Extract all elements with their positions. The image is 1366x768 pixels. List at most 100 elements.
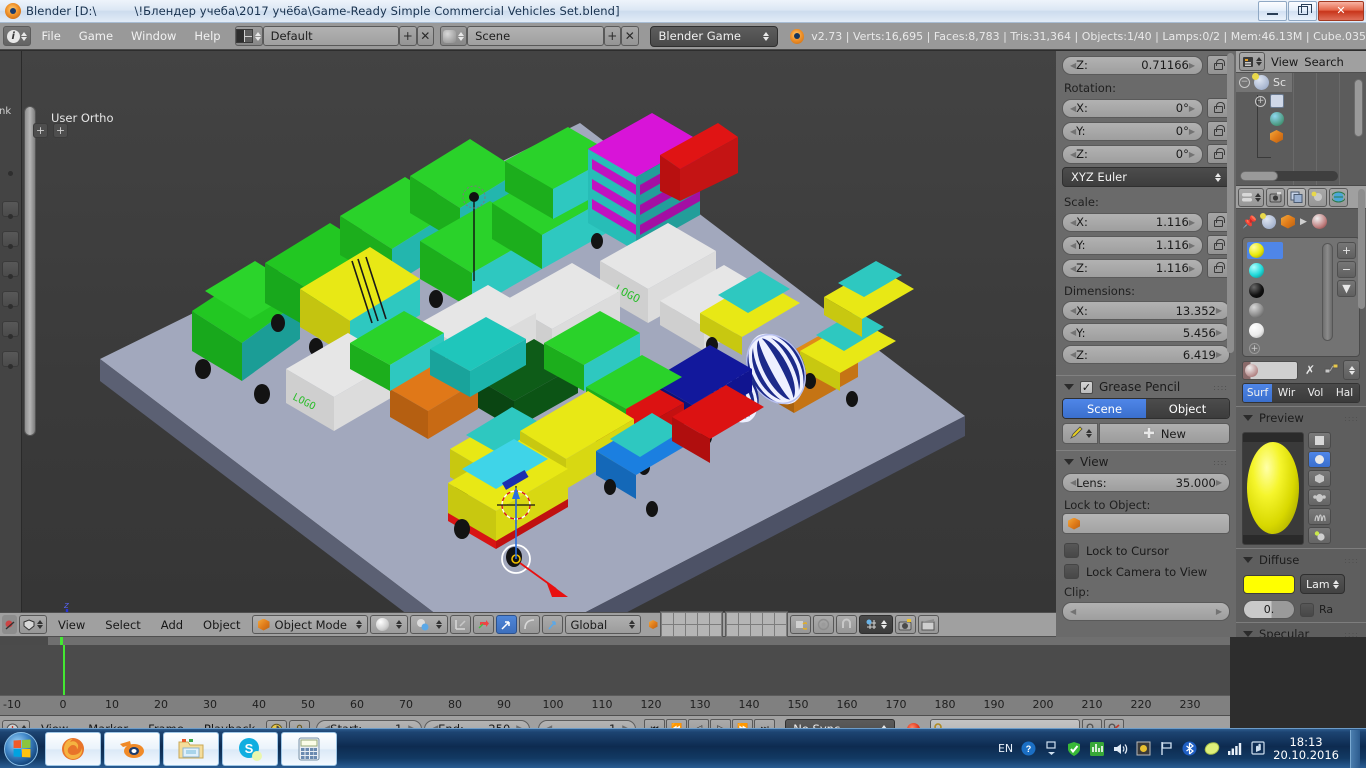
- properties-editor-scrollbar[interactable]: [1358, 189, 1365, 309]
- diffuse-panel-header[interactable]: Diffuse ::::: [1236, 548, 1366, 571]
- lock-camera-to-view-checkbox[interactable]: [1064, 564, 1079, 579]
- material-slot-item[interactable]: [1247, 302, 1283, 319]
- material-slot-item[interactable]: [1247, 262, 1283, 279]
- material-list-scrollbar[interactable]: [1322, 243, 1333, 341]
- grease-pencil-source-tabs[interactable]: Scene Object: [1062, 398, 1230, 419]
- delete-scene-button[interactable]: ✕: [621, 26, 639, 46]
- properties-editor[interactable]: 📌 ▶ + + − ▼ ✗ Surf Wir Vol Hal Preview:…: [1236, 185, 1366, 637]
- viewport-menu-add[interactable]: Add: [152, 615, 192, 635]
- viewport-menu-object[interactable]: Object: [194, 615, 249, 635]
- taskbar-clock[interactable]: 18:13 20.10.2016: [1273, 735, 1339, 762]
- taskbar-item-skype[interactable]: S: [222, 731, 278, 766]
- volume-icon[interactable]: [1112, 741, 1128, 757]
- preview-shape-flat-button[interactable]: [1308, 432, 1331, 449]
- dimension-y-row[interactable]: ◀ Y: 5.456 ▶: [1056, 323, 1236, 342]
- lock-to-cursor-checkbox[interactable]: [1064, 543, 1079, 558]
- snap-magnet-button[interactable]: [835, 615, 857, 634]
- layer-selector-group-1[interactable]: [659, 611, 723, 638]
- proportional-edit-button[interactable]: [812, 615, 834, 634]
- manipulator-toggle-button[interactable]: [449, 615, 471, 634]
- material-slot-item[interactable]: [1247, 242, 1283, 259]
- manipulator-rotate-button[interactable]: [495, 615, 517, 634]
- material-slot-list[interactable]: + + − ▼: [1242, 237, 1360, 357]
- manipulator-scale-button[interactable]: [518, 615, 540, 634]
- scale-y-field[interactable]: ◀ Y: 1.116 ▶: [1062, 235, 1203, 255]
- render-opengl-animation-button[interactable]: [917, 615, 939, 634]
- rotation-x-row[interactable]: ◀ X: 0° ▶: [1056, 98, 1236, 118]
- start-button[interactable]: [4, 731, 38, 766]
- scale-x-field[interactable]: ◀ X: 1.116 ▶: [1062, 212, 1203, 232]
- lock-object-modes-button[interactable]: [789, 615, 811, 634]
- preview-shape-sphere-sky-button[interactable]: [1308, 527, 1331, 544]
- add-screen-layout-button[interactable]: +: [399, 26, 417, 46]
- taskbar-item-explorer[interactable]: [163, 731, 219, 766]
- signal-icon[interactable]: [1227, 741, 1243, 757]
- preview-shape-monkey-button[interactable]: [1308, 489, 1331, 506]
- rotation-z-field[interactable]: ◀ Z: 0° ▶: [1062, 144, 1203, 164]
- timeline-editor[interactable]: -10 0 10 20 30 40 50 60 70 80 90 100 110…: [0, 637, 1230, 742]
- clip-start-field[interactable]: ◀ ▶: [1062, 602, 1230, 621]
- properties-tab-renderlayers[interactable]: [1287, 187, 1306, 207]
- viewport-shading-combo[interactable]: [369, 615, 408, 634]
- lock-camera-to-view-row[interactable]: Lock Camera to View: [1056, 561, 1236, 582]
- outliner-editor[interactable]: View Search − Sc +: [1236, 51, 1366, 185]
- grease-pencil-new-button[interactable]: ✚ New: [1099, 423, 1230, 444]
- timeline-ruler[interactable]: -10 0 10 20 30 40 50 60 70 80 90 100 110…: [0, 695, 1230, 715]
- viewport-toolshelf[interactable]: nk: [0, 51, 22, 612]
- scale-z-row[interactable]: ◀ Z: 1.116 ▶: [1056, 258, 1236, 278]
- diffuse-color-swatch[interactable]: [1243, 574, 1295, 594]
- location-z-field[interactable]: ◀ Z: 0.71166 ▶: [1062, 55, 1203, 75]
- material-tab-halo[interactable]: Hal: [1330, 384, 1359, 402]
- scale-z-field[interactable]: ◀ Z: 1.116 ▶: [1062, 258, 1203, 278]
- grease-pencil-new-row[interactable]: ✚ New: [1062, 423, 1230, 444]
- dimension-y-field[interactable]: ◀ Y: 5.456 ▶: [1062, 323, 1230, 342]
- show-desktop-button[interactable]: [1350, 729, 1360, 768]
- rotation-y-row[interactable]: ◀ Y: 0° ▶: [1056, 121, 1236, 141]
- material-nodes-icon[interactable]: [1322, 361, 1340, 380]
- preview-shape-cube-button[interactable]: [1308, 470, 1331, 487]
- transform-orientation-combo[interactable]: Global: [564, 615, 641, 634]
- viewport-menu-view[interactable]: View: [49, 615, 94, 635]
- rotation-y-field[interactable]: ◀ Y: 0° ▶: [1062, 121, 1203, 141]
- render-engine-combo[interactable]: Blender Game: [649, 25, 778, 47]
- render-opengl-view-button[interactable]: [894, 615, 916, 634]
- lock-to-cursor-row[interactable]: Lock to Cursor: [1056, 540, 1236, 561]
- maximize-button[interactable]: [1288, 0, 1317, 21]
- bluetooth-icon[interactable]: [1181, 741, 1197, 757]
- diffuse-intensity-slider[interactable]: 0.: [1243, 600, 1295, 619]
- viewport-header-grip[interactable]: [2, 615, 17, 634]
- image-icon[interactable]: [1135, 741, 1151, 757]
- grease-pencil-tab-object[interactable]: Object: [1146, 399, 1229, 418]
- layer-selector-group-2[interactable]: [724, 611, 788, 638]
- unlink-material-button[interactable]: ✗: [1301, 361, 1319, 380]
- material-preview[interactable]: [1242, 432, 1360, 545]
- view-panel-header[interactable]: View ::::: [1056, 450, 1236, 473]
- editor-type-selector-3dview[interactable]: [19, 615, 47, 634]
- timeline-track[interactable]: [0, 637, 1230, 703]
- dimension-x-field[interactable]: ◀ X: 13.352 ▶: [1062, 301, 1230, 320]
- rotation-x-field[interactable]: ◀ X: 0° ▶: [1062, 98, 1203, 118]
- menu-file[interactable]: File: [33, 26, 70, 46]
- outliner-menu-view[interactable]: View: [1271, 55, 1298, 69]
- material-slot-add-row[interactable]: +: [1247, 342, 1283, 355]
- scene-icon[interactable]: [1259, 212, 1276, 229]
- properties-tab-render[interactable]: [1266, 187, 1285, 207]
- show-hidden-icons-icon[interactable]: [1043, 740, 1059, 757]
- material-tab-volume[interactable]: Vol: [1301, 384, 1330, 402]
- material-icon[interactable]: [1311, 214, 1327, 229]
- viewport-properties-panel[interactable]: ◀ Z: 0.71166 ▶ Rotation: ◀ X: 0° ▶ ◀ Y: …: [1056, 51, 1236, 637]
- taskbar-item-firefox[interactable]: [45, 731, 101, 766]
- editor-type-selector-outliner[interactable]: [1239, 52, 1265, 71]
- lock-to-object-field[interactable]: [1062, 513, 1230, 534]
- flag-icon[interactable]: [1158, 741, 1174, 757]
- grease-pencil-tab-scene[interactable]: Scene: [1063, 399, 1146, 418]
- location-z-row[interactable]: ◀ Z: 0.71166 ▶: [1056, 55, 1236, 75]
- material-slot-add-button[interactable]: +: [1337, 242, 1356, 259]
- material-slot-item[interactable]: [1247, 282, 1283, 299]
- scale-y-row[interactable]: ◀ Y: 1.116 ▶: [1056, 235, 1236, 255]
- object-cube-icon[interactable]: [1280, 214, 1295, 229]
- material-slot-item[interactable]: [1247, 322, 1283, 339]
- pin-icon[interactable]: 📌: [1242, 215, 1257, 229]
- taskbar-item-calculator[interactable]: [281, 731, 337, 766]
- scale-x-row[interactable]: ◀ X: 1.116 ▶: [1056, 212, 1236, 232]
